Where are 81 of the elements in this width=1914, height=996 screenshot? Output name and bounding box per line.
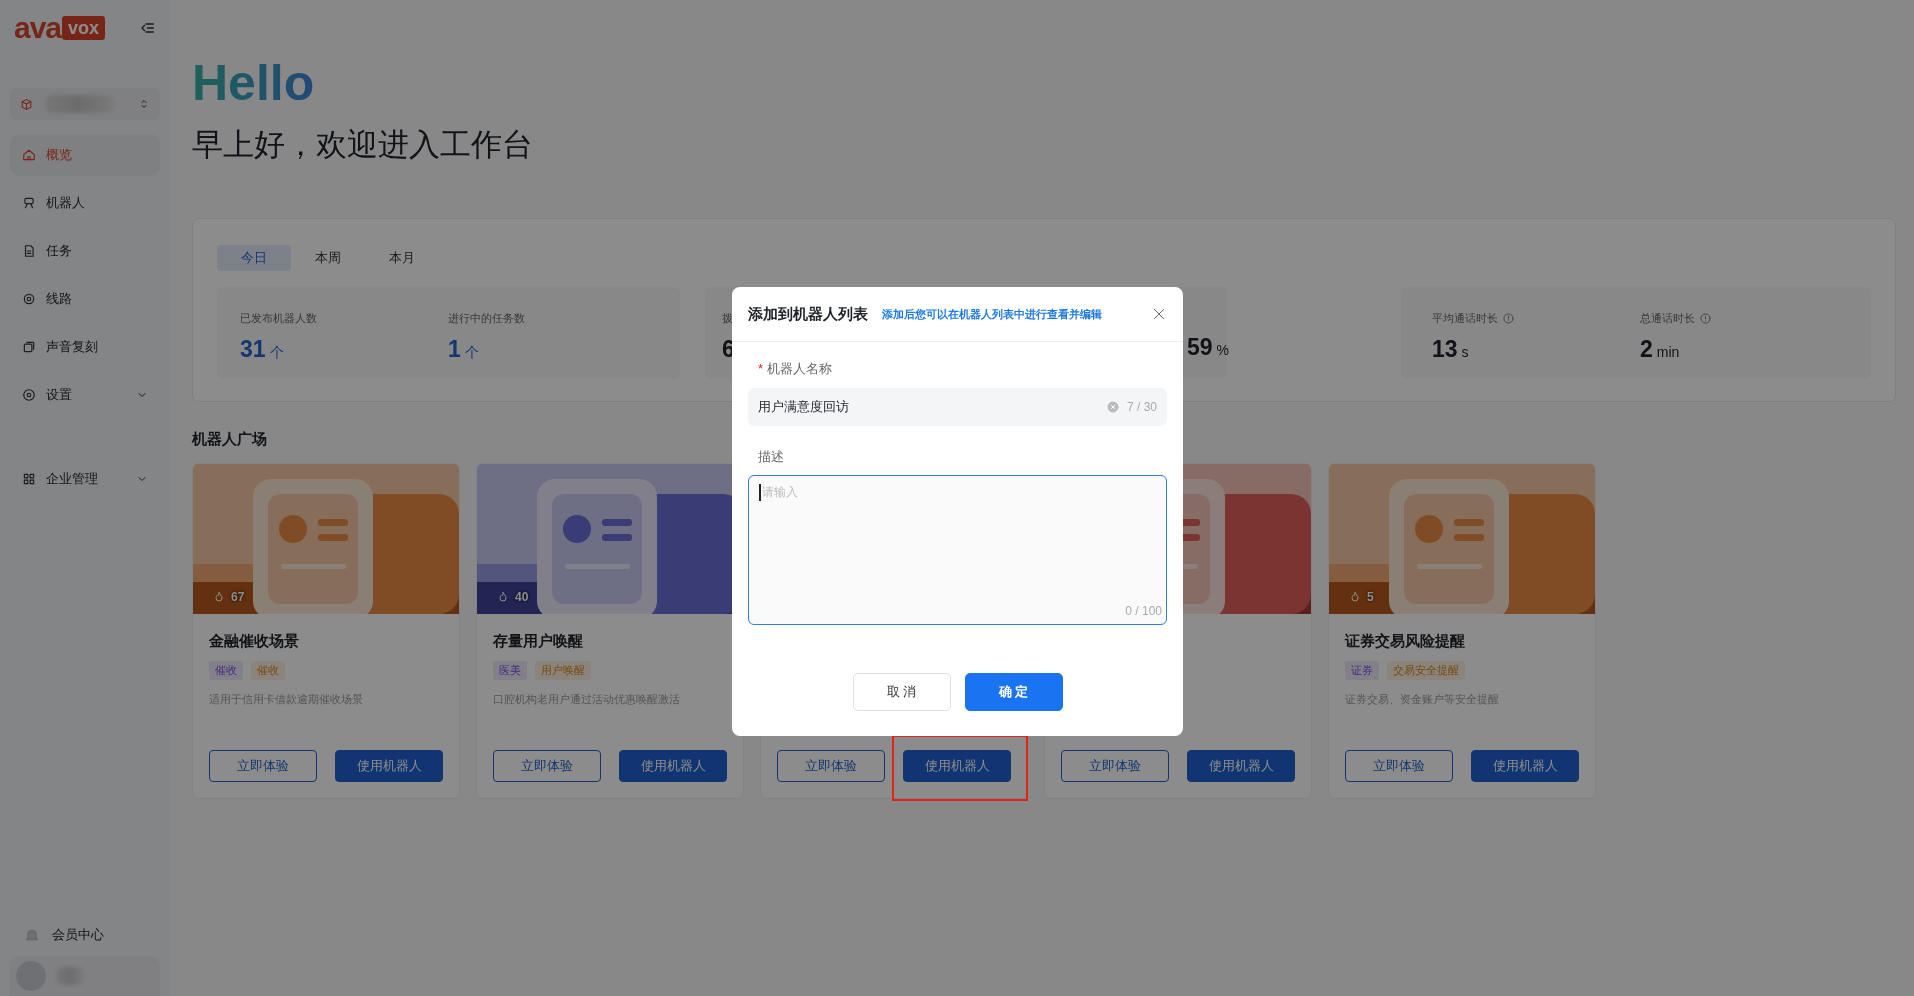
clear-icon (1106, 401, 1119, 413)
name-input[interactable]: 用户满意度回访 7 / 30 (748, 388, 1167, 426)
period-tab[interactable]: 今日 (217, 245, 291, 271)
stat-label: 拨 (722, 311, 733, 326)
welcome-text: 早上好，欢迎进入工作台 (192, 126, 534, 164)
char-count: 0 / 100 (1125, 604, 1162, 618)
robot-icon (22, 196, 36, 210)
dialog-hint: 添加后您可以在机器人列表中进行查看并编辑 (882, 306, 1103, 322)
try-button[interactable]: 立即体验 (493, 750, 601, 782)
period-tab[interactable]: 本月 (365, 245, 439, 271)
grid-icon (22, 472, 36, 486)
logo-text: ava (14, 13, 62, 43)
tag: 催收 (209, 661, 243, 680)
flame-icon (213, 591, 225, 603)
collapse-icon (140, 20, 156, 36)
logo-badge: vox (62, 16, 106, 40)
char-count: 7 / 30 (1126, 400, 1157, 414)
tag: 催收 (251, 661, 285, 680)
stat-unit: s (1461, 344, 1469, 360)
try-button[interactable]: 立即体验 (1345, 750, 1453, 782)
stat-value: 31 (240, 336, 266, 363)
tag: 医美 (493, 661, 527, 680)
stat-unit: 个 (464, 344, 479, 362)
home-icon (22, 148, 36, 162)
stat-unit: min (1656, 344, 1680, 360)
nav-item[interactable]: 声音复刻 (10, 326, 160, 368)
nav-item[interactable]: 概览 (10, 134, 160, 176)
field-label: 机器人名称 (767, 361, 833, 376)
use-robot-button[interactable]: 使用机器人 (1471, 750, 1579, 782)
description-textarea[interactable]: 请输入 0 / 100 (748, 475, 1167, 625)
tag: 交易安全提醒 (1387, 661, 1465, 680)
stat-label: 已发布机器人数 (240, 311, 317, 326)
dialog-title: 添加到机器人列表 (748, 304, 868, 324)
close-button[interactable] (1151, 306, 1167, 322)
nav-item[interactable]: 线路 (10, 278, 160, 320)
stat-label: 平均通话时长 (1432, 311, 1498, 326)
use-robot-button[interactable]: 使用机器人 (903, 750, 1011, 782)
settings-icon (22, 388, 36, 402)
required-mark: * (758, 361, 764, 376)
try-button[interactable]: 立即体验 (1061, 750, 1169, 782)
stat-unit: 个 (269, 344, 284, 362)
stat-label: 总通话时长 (1640, 311, 1695, 326)
section-title: 机器人广场 (192, 430, 268, 449)
period-tab[interactable]: 本周 (291, 245, 365, 271)
cancel-button[interactable]: 取 消 (852, 673, 951, 711)
card-title: 存量用户唤醒 (493, 632, 584, 651)
flame-icon (1349, 591, 1361, 603)
use-robot-button[interactable]: 使用机器人 (335, 750, 443, 782)
flame-icon (497, 591, 509, 603)
tag: 证券 (1345, 661, 1379, 680)
stat-value: 59 (1187, 334, 1213, 361)
card-title: 证券交易风险提醒 (1345, 632, 1466, 651)
nav-item[interactable]: 企业管理 (10, 458, 160, 500)
stat-value: 13 (1432, 336, 1458, 363)
close-icon (1151, 306, 1167, 322)
document-icon (22, 244, 36, 258)
use-robot-button[interactable]: 使用机器人 (619, 750, 727, 782)
try-button[interactable]: 立即体验 (777, 750, 885, 782)
field-label: 描述 (758, 449, 784, 464)
workspace-selector[interactable] (10, 88, 160, 120)
confirm-button[interactable]: 确 定 (964, 673, 1063, 711)
signal-icon (22, 292, 36, 306)
nav-item[interactable]: 设置 (10, 374, 160, 416)
stat-unit: % (1216, 342, 1230, 358)
cube-icon (20, 97, 33, 111)
updown-icon (138, 98, 150, 110)
card-title: 金融催收场景 (209, 632, 300, 651)
stat-value: 2 (1640, 336, 1653, 363)
likes-count: 40 (515, 590, 529, 604)
nav-item[interactable]: 任务 (10, 230, 160, 272)
use-robot-button[interactable]: 使用机器人 (1187, 750, 1295, 782)
stat-label: 进行中的任务数 (448, 311, 525, 326)
likes-count: 67 (231, 590, 245, 604)
tag: 用户唤醒 (535, 661, 591, 680)
nav-item[interactable]: 机器人 (10, 182, 160, 224)
bell-icon (24, 927, 40, 943)
try-button[interactable]: 立即体验 (209, 750, 317, 782)
stat-value: 1 (448, 336, 461, 363)
copy-icon (22, 340, 36, 354)
member-center-link[interactable]: 会员中心 (52, 926, 104, 944)
likes-count: 5 (1367, 590, 1374, 604)
